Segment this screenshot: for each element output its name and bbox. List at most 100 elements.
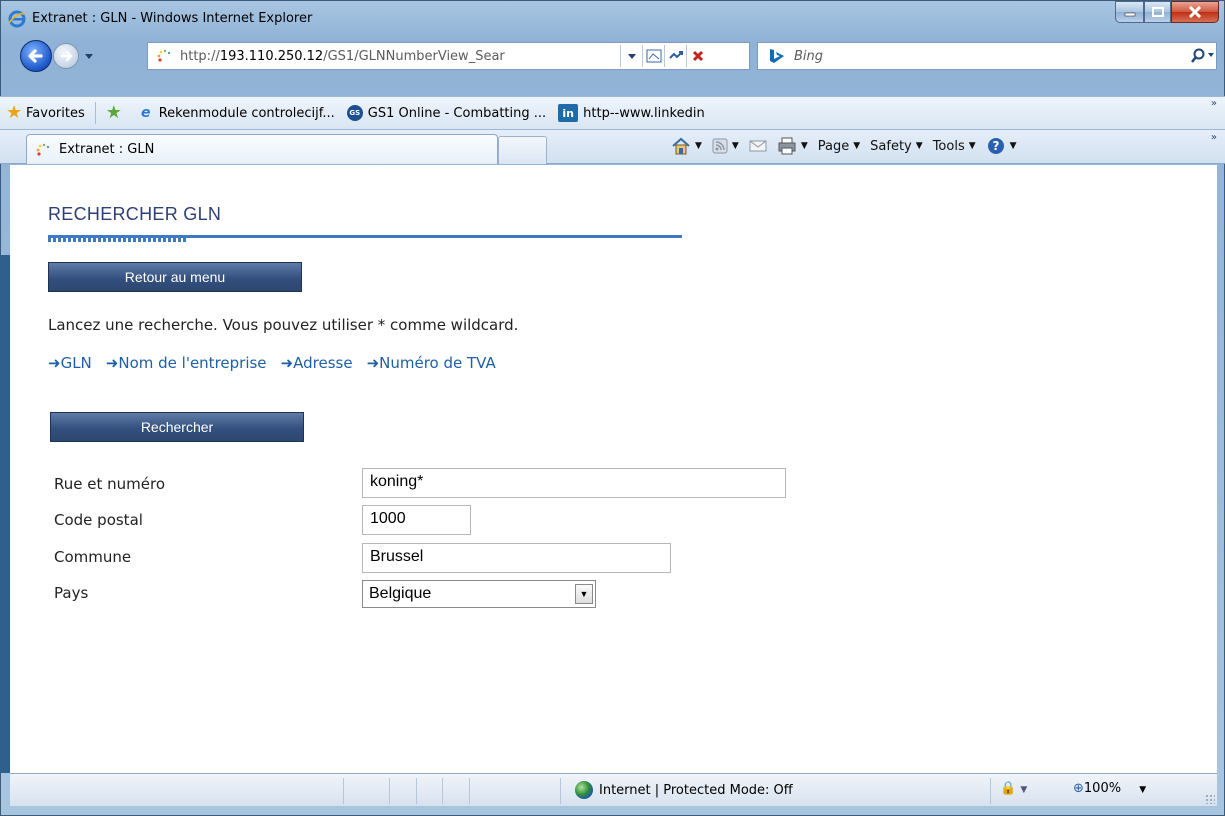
status-divider [469,778,470,804]
maximize-icon [1151,7,1164,17]
lock-icon: 🔒 [1000,781,1017,796]
link-label: GLN [60,354,92,372]
status-divider [416,778,417,804]
status-bar: Internet | Protected Mode: Off 🔒 ▼ ⊕100%… [10,773,1217,806]
url-text[interactable]: http://193.110.250.12/GS1/GLNNumberView_… [180,49,620,64]
title-bar: Extranet : GLN - Windows Internet Explor… [0,0,1225,36]
security-zone-label: Internet | Protected Mode: Off [599,782,793,798]
link-label: Nom de l'entreprise [118,354,267,372]
search-link-gln[interactable]: ➜GLN [48,354,92,372]
bing-logo-icon [770,49,784,63]
read-mail-button[interactable] [744,139,772,153]
chevron-down-icon[interactable]: ▼ [575,584,593,604]
home-button[interactable]: ▼ [666,137,707,155]
window-left-edge [0,255,10,773]
forward-button[interactable] [53,43,79,69]
safety-menu-button[interactable]: Safety ▼ [865,139,928,154]
printer-icon [778,137,796,155]
internet-globe-icon [575,781,593,799]
back-arrow-icon [28,49,43,63]
resize-grip[interactable] [1205,794,1215,804]
security-zone[interactable]: Internet | Protected Mode: Off [575,781,793,799]
refresh-button[interactable] [664,45,686,67]
zoom-level: 100% [1083,781,1122,796]
maximize-button[interactable] [1144,1,1171,23]
url-dropdown-button[interactable] [620,45,642,67]
street-label: Rue et numéro [54,475,165,493]
chevron-down-icon[interactable]: ▼ [801,141,808,151]
tab-extranet-gln[interactable]: Extranet : GLN [26,134,498,164]
address-bar[interactable]: http://193.110.250.12/GS1/GLNNumberView_… [147,42,750,70]
navigation-bar: http://193.110.250.12/GS1/GLNNumberView_… [0,38,1225,74]
home-icon [672,137,690,155]
country-select[interactable]: Belgique ▼ [362,580,596,608]
page-menu-button[interactable]: Page ▼ [813,139,865,154]
favorites-overflow-icon[interactable]: » [1211,98,1217,109]
recent-pages-dropdown-icon[interactable] [84,51,94,61]
help-menu-button[interactable]: ? ▼ [981,136,1022,156]
minimize-button[interactable] [1115,1,1144,23]
favorite-link-gs1[interactable]: GS GS1 Online - Combatting ... [341,105,552,121]
search-link-company-name[interactable]: ➜Nom de l'entreprise [106,354,267,372]
add-favorite-icon: ★ [105,102,122,123]
postal-code-label: Code postal [54,511,143,529]
favorites-star-icon: ★ [6,102,23,123]
stop-icon [692,50,703,62]
page-content: RECHERCHER GLN Retour au menu Lancez une… [10,165,1217,773]
forward-arrow-icon [60,50,73,62]
link-label: Adresse [293,354,353,372]
search-icon[interactable] [1186,47,1216,65]
command-bar: ▼ ▼ ▼ Page ▼ Safety ▼ Tools ▼ ? ▼ [666,132,1022,160]
chevron-down-icon[interactable]: ▼ [695,141,702,151]
chevron-down-icon: ▼ [915,141,923,151]
postal-code-input[interactable]: 1000 [362,505,471,535]
favorites-separator [94,102,96,124]
city-input[interactable]: Brussel [362,543,671,573]
status-divider [343,778,344,804]
search-button[interactable]: Rechercher [50,412,304,442]
chevron-down-icon[interactable]: ▼ [732,141,739,151]
svg-text:?: ? [992,139,999,153]
tab-label: Extranet : GLN [59,142,155,157]
chevron-down-icon: ▼ [853,141,861,151]
command-bar-overflow-icon[interactable]: » [1211,132,1217,143]
feeds-button[interactable]: ▼ [707,138,744,154]
favorite-label: GS1 Online - Combatting ... [367,105,547,121]
chevron-down-icon: ▼ [968,141,976,151]
help-icon: ? [987,138,1004,154]
add-to-favorites-bar-button[interactable]: ★ [100,104,132,122]
status-divider [389,778,390,804]
favorite-label: http--www.linkedin [583,105,705,121]
favorites-button[interactable]: ★ Favorites [0,104,91,122]
chevron-down-icon: ▼ [1020,785,1028,795]
search-link-vat-number[interactable]: ➜Numéro de TVA [367,354,496,372]
arrow-right-icon: ➜ [48,354,61,372]
new-tab-button[interactable] [498,136,547,164]
arrow-right-icon: ➜ [105,354,119,372]
back-to-menu-button[interactable]: Retour au menu [48,262,302,292]
zoom-icon: ⊕ [1073,781,1084,796]
favorite-link-linkedin[interactable]: in http--www.linkedin [552,104,711,122]
status-divider [442,778,443,804]
gs1-icon: GS [346,105,363,121]
street-input[interactable]: koning* [362,468,786,498]
protected-mode-button[interactable]: 🔒 ▼ [1000,781,1027,796]
search-box[interactable]: Bing [757,42,1217,70]
page-title: RECHERCHER GLN [48,204,222,224]
compatibility-view-icon [646,49,661,63]
ie-page-icon: e [140,105,151,121]
country-label: Pays [54,584,89,602]
back-button[interactable] [20,40,52,72]
stop-button[interactable] [686,45,708,67]
favorites-bar: ★ Favorites ★ e Rekenmodule controlecijf… [0,96,1225,130]
tools-menu-label: Tools [932,138,965,154]
close-button[interactable] [1171,1,1219,23]
page-loading-icon [157,49,171,62]
print-button[interactable]: ▼ [772,137,813,155]
chevron-down-icon[interactable]: ▼ [1139,785,1146,795]
favorite-link-rekenmodule[interactable]: e Rekenmodule controlecijf... [132,105,341,121]
zoom-level-button[interactable]: ⊕100% ▼ [1073,781,1146,796]
tools-menu-button[interactable]: Tools ▼ [928,139,981,154]
compatibility-view-button[interactable] [642,45,664,67]
search-link-address[interactable]: ➜Adresse [281,354,353,372]
